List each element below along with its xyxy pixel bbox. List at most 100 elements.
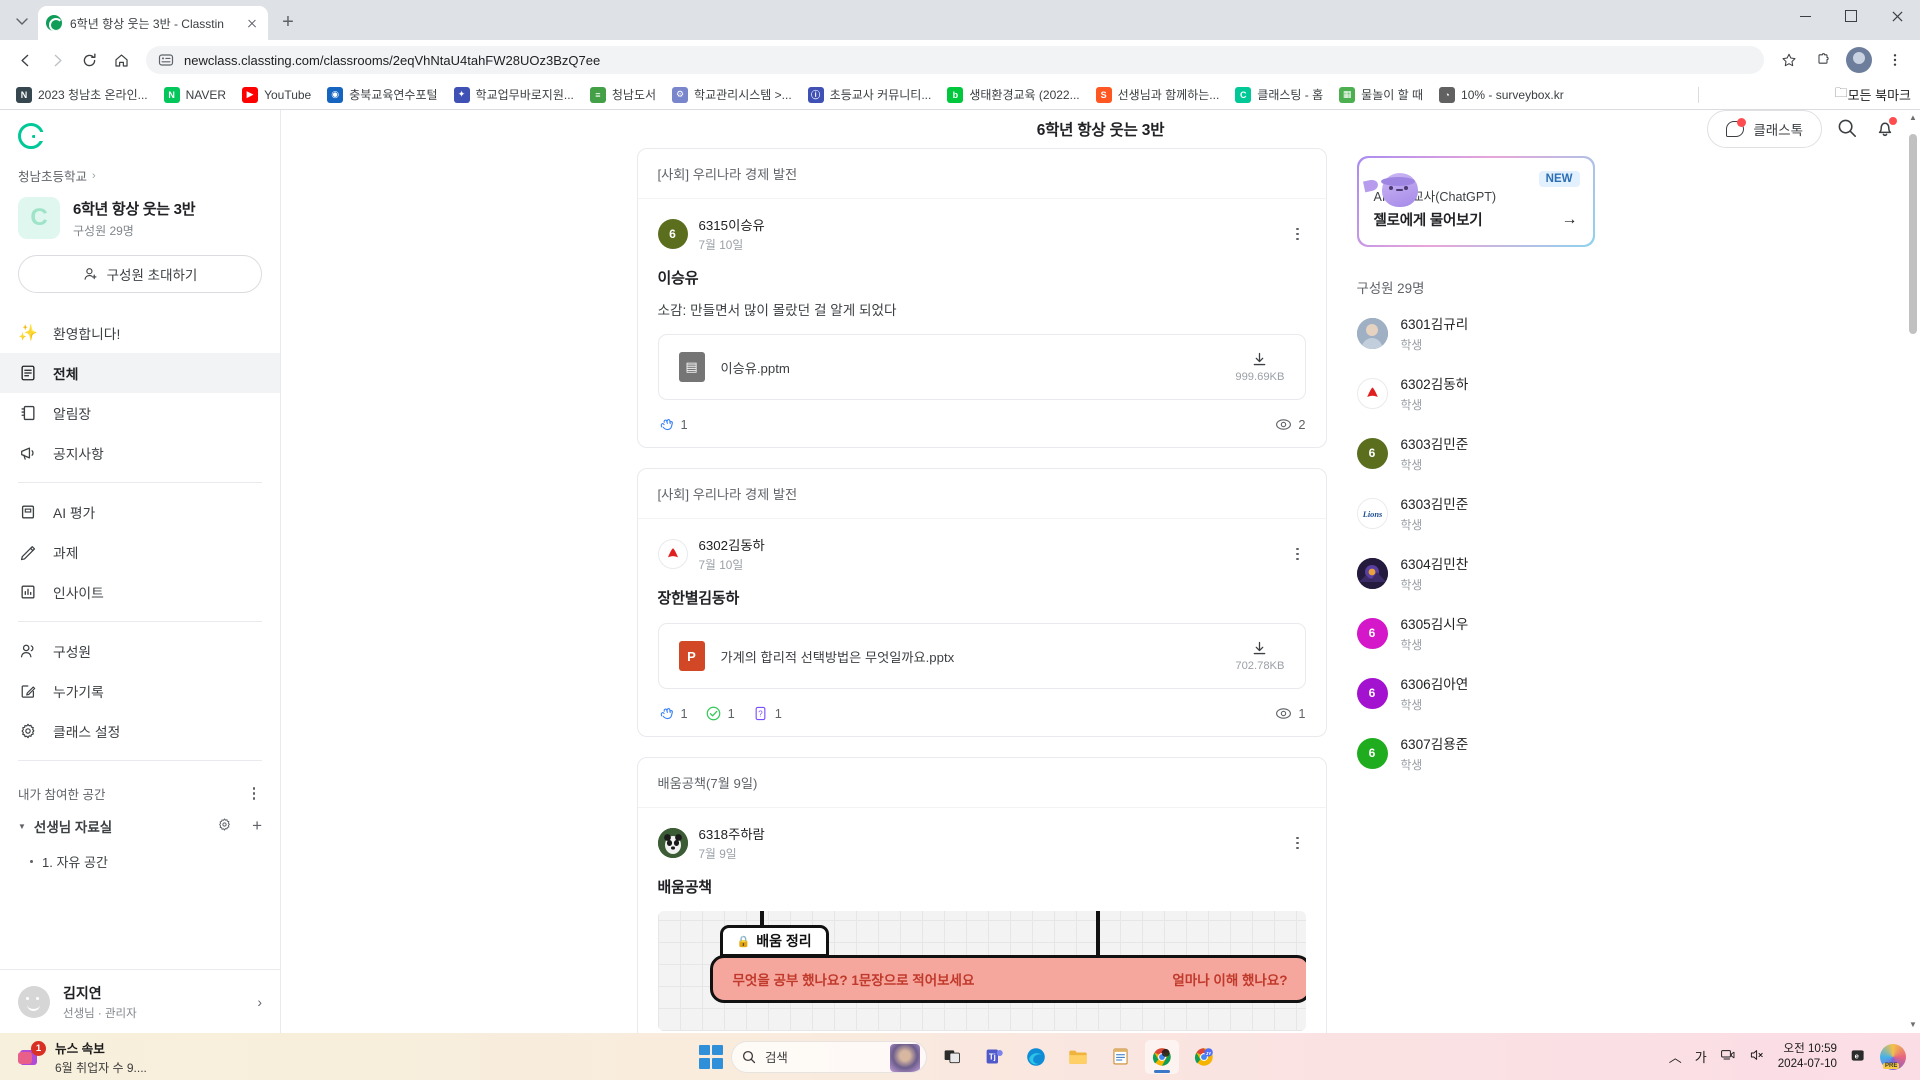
copilot-pre-icon[interactable] bbox=[1880, 1043, 1906, 1070]
list-item[interactable]: 6 6306김아연 학생 bbox=[1356, 673, 1595, 713]
chrome-profile-icon[interactable]: JY bbox=[1187, 1040, 1221, 1074]
post-more-icon[interactable] bbox=[1290, 835, 1306, 851]
reaction-check[interactable]: 1 bbox=[705, 705, 735, 722]
notepad-icon[interactable] bbox=[1103, 1040, 1137, 1074]
browser-tab[interactable]: 6학년 항상 웃는 3반 - Classtin bbox=[38, 6, 268, 40]
network-icon[interactable] bbox=[1720, 1047, 1736, 1066]
bookmark-item[interactable]: ◉ 충북교육연수포털 bbox=[320, 83, 444, 106]
classting-logo[interactable] bbox=[0, 110, 280, 162]
sidebar-item-announcements[interactable]: 공지사항 bbox=[0, 433, 280, 473]
sidebar-item-all[interactable]: 전체 bbox=[0, 353, 280, 393]
scroll-down-arrow-icon[interactable]: ▼ bbox=[1909, 1021, 1917, 1029]
class-summary[interactable]: C 6학년 항상 웃는 3반 구성원 29명 bbox=[0, 193, 280, 253]
post-author-name[interactable]: 6302김동하 bbox=[699, 535, 765, 554]
bookmark-item[interactable]: b 생태환경교육 (2022... bbox=[940, 83, 1086, 106]
minimize-button[interactable] bbox=[1782, 0, 1828, 32]
post-author-name[interactable]: 6315이승유 bbox=[699, 215, 765, 234]
avatar[interactable] bbox=[657, 828, 688, 858]
sidebar-item-ai-assessment[interactable]: AI 평가 bbox=[0, 492, 280, 532]
sidebar-item-notice-book[interactable]: 알림장 bbox=[0, 393, 280, 433]
search-input[interactable]: 검색 bbox=[731, 1040, 927, 1073]
invite-members-button[interactable]: 구성원 초대하기 bbox=[18, 255, 262, 293]
sidebar-item-assignments[interactable]: 과제 bbox=[0, 532, 280, 572]
scroll-up-arrow-icon[interactable]: ▲ bbox=[1909, 114, 1917, 122]
bookmark-item[interactable]: ⚙ 학교관리시스템 >... bbox=[665, 83, 799, 106]
site-settings-icon[interactable] bbox=[158, 52, 174, 68]
list-item[interactable]: 6 6307김용준 학생 bbox=[1356, 733, 1595, 773]
bookmark-item[interactable]: ⓘ 초등교사 커뮤니티... bbox=[801, 83, 939, 106]
bookmark-item[interactable]: ≡ 청남도서 bbox=[583, 83, 663, 106]
chrome-icon[interactable] bbox=[1145, 1039, 1179, 1074]
list-item[interactable]: Lions 6303김민준 학생 bbox=[1356, 493, 1595, 533]
school-breadcrumb[interactable]: 청남초등학교 › bbox=[0, 162, 280, 193]
tray-expand-icon[interactable]: ︿ bbox=[1669, 1047, 1682, 1066]
bookmark-item[interactable]: C 클래스팅 - 홈 bbox=[1228, 83, 1330, 106]
bookmark-item[interactable]: ✦ 학교업무바로지원... bbox=[447, 83, 581, 106]
bookmark-item[interactable]: S 선생님과 함께하는... bbox=[1089, 83, 1227, 106]
attachment-row[interactable]: ▤ 이승유.pptm 999.69KB bbox=[657, 334, 1306, 400]
back-button-icon[interactable] bbox=[10, 45, 40, 75]
start-button-icon[interactable] bbox=[699, 1044, 723, 1069]
edge-icon[interactable] bbox=[1019, 1040, 1053, 1074]
tab-close-icon[interactable] bbox=[244, 15, 260, 31]
home-button-icon[interactable] bbox=[106, 45, 136, 75]
bookmark-item[interactable]: N 2023 청남초 온라인... bbox=[9, 83, 155, 106]
attachment-row[interactable]: P 가계의 합리적 선택방법은 무엇일까요.pptx 702.78KB bbox=[657, 623, 1306, 689]
ime-tray-icon[interactable]: ez bbox=[1850, 1047, 1867, 1067]
chevron-right-icon[interactable]: › bbox=[257, 994, 262, 1010]
close-window-button[interactable] bbox=[1874, 0, 1920, 32]
post-board-label[interactable]: [사회] 우리나라 경제 발전 bbox=[637, 149, 1326, 199]
post-board-label[interactable]: 배움공책(7월 9일) bbox=[637, 758, 1326, 808]
all-bookmarks-button[interactable]: 🗀 모든 북마크 bbox=[1835, 84, 1911, 106]
post-board-label[interactable]: [사회] 우리나라 경제 발전 bbox=[637, 469, 1326, 519]
avatar[interactable] bbox=[657, 539, 688, 569]
new-tab-button[interactable]: + bbox=[274, 8, 302, 36]
notifications-bell-icon[interactable] bbox=[1874, 117, 1898, 141]
bookmark-item[interactable]: ▶ YouTube bbox=[235, 84, 318, 106]
list-item[interactable]: 6301김규리 학생 bbox=[1356, 313, 1595, 353]
reaction-clap[interactable]: 1 bbox=[658, 705, 688, 722]
list-item[interactable]: 6 6305김시우 학생 bbox=[1356, 613, 1595, 653]
maximize-button[interactable] bbox=[1828, 0, 1874, 32]
volume-muted-icon[interactable] bbox=[1749, 1047, 1765, 1066]
arrow-right-icon[interactable]: → bbox=[1562, 211, 1578, 229]
avatar[interactable]: 6 bbox=[657, 219, 688, 249]
list-item[interactable]: 6302김동하 학생 bbox=[1356, 373, 1595, 413]
subspace-item-free[interactable]: 1. 자유 공간 bbox=[0, 845, 280, 878]
post-author-name[interactable]: 6318주하람 bbox=[699, 824, 765, 843]
download-button[interactable]: 999.69KB bbox=[1235, 351, 1285, 383]
scrollbar-thumb[interactable] bbox=[1909, 134, 1917, 334]
sidebar-item-welcome[interactable]: ✨ 환영합니다! bbox=[0, 313, 280, 353]
forward-button-icon[interactable] bbox=[42, 45, 72, 75]
bookmark-item[interactable]: ◔ 10% - surveybox.kr bbox=[1432, 84, 1571, 106]
sidebar-item-records[interactable]: 누가기록 bbox=[0, 671, 280, 711]
tab-search-dropdown-icon[interactable] bbox=[8, 7, 36, 35]
clock[interactable]: 오전 10:59 2024-07-10 bbox=[1778, 1042, 1837, 1072]
ime-indicator[interactable]: 가 bbox=[1695, 1047, 1707, 1066]
space-item-teacher-room[interactable]: ▼ 선생님 자료실 + bbox=[0, 807, 280, 845]
download-button[interactable]: 702.78KB bbox=[1235, 640, 1285, 672]
reaction-question[interactable]: ? 1 bbox=[752, 705, 782, 722]
news-widget[interactable]: 1 뉴스 속보 6월 취업자 수 9.... bbox=[0, 1038, 300, 1076]
reaction-clap[interactable]: 1 bbox=[658, 416, 688, 433]
space-settings-gear-icon[interactable] bbox=[217, 817, 232, 835]
chevron-down-icon[interactable]: ▼ bbox=[18, 822, 26, 831]
bookmark-star-icon[interactable] bbox=[1774, 45, 1804, 75]
reload-button-icon[interactable] bbox=[74, 45, 104, 75]
post-more-icon[interactable] bbox=[1290, 226, 1306, 242]
sidebar-item-members[interactable]: 구성원 bbox=[0, 631, 280, 671]
post-image[interactable]: 🔒 배움 정리 무엇을 공부 했나요? 1문장으로 적어보세요 얼마나 이해 했… bbox=[657, 911, 1306, 1031]
address-bar[interactable]: newclass.classting.com/classrooms/2eqVhN… bbox=[146, 46, 1764, 74]
task-view-icon[interactable] bbox=[935, 1040, 969, 1074]
add-space-icon[interactable]: + bbox=[252, 816, 262, 836]
ai-assistant-card[interactable]: NEW AI 보조교사(ChatGPT) 젤로에게 물어보기 → bbox=[1356, 156, 1595, 247]
extensions-icon[interactable] bbox=[1808, 45, 1838, 75]
current-user-row[interactable]: 김지연 선생님 · 관리자 › bbox=[0, 969, 280, 1033]
profile-avatar[interactable] bbox=[1846, 47, 1872, 73]
teams-icon[interactable]: Tj bbox=[977, 1040, 1011, 1074]
chrome-menu-icon[interactable] bbox=[1880, 45, 1910, 75]
sidebar-item-class-settings[interactable]: 클래스 설정 bbox=[0, 711, 280, 751]
spaces-more-icon[interactable] bbox=[246, 786, 262, 802]
page-scrollbar[interactable]: ▲ ▼ bbox=[1906, 110, 1920, 1033]
sidebar-item-insight[interactable]: 인사이트 bbox=[0, 572, 280, 612]
